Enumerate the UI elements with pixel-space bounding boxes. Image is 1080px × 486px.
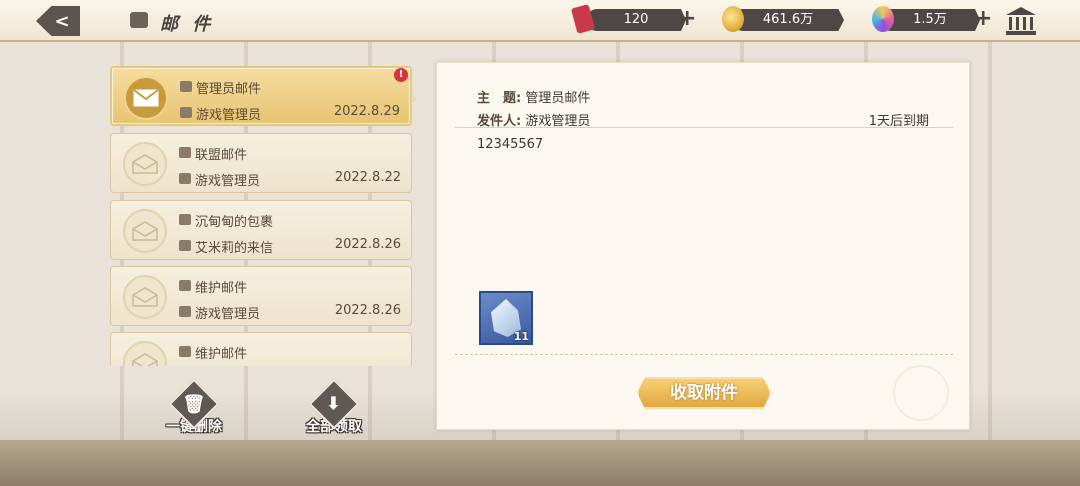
page-title: 邮 件 <box>160 14 215 35</box>
mail-item-selected[interactable]: 管理员邮件 游戏管理员 2022.8.29 ! <box>110 66 412 126</box>
ticket-icon <box>570 4 596 34</box>
top-bar: < 邮 件 120 + 461.6万 1.5万 + <box>0 0 1080 42</box>
mail-doc-icon <box>179 147 191 158</box>
mail-title: 维护邮件 <box>195 347 248 362</box>
sender-icon <box>179 306 191 317</box>
mail-date: 2022.8.26 <box>334 303 401 318</box>
back-button[interactable]: < <box>36 6 80 36</box>
background-floor <box>0 440 1080 486</box>
envelope-icon <box>124 76 168 120</box>
mail-date: 2022.8.29 <box>333 104 400 119</box>
subject-value: 管理员邮件 <box>525 91 591 106</box>
mail-doc-icon <box>180 81 192 92</box>
mail-item[interactable]: 维护邮件 <box>110 332 412 366</box>
gem-value: 1.5万 <box>913 12 947 27</box>
back-arrow-icon: < <box>54 10 70 32</box>
gem-counter: 1.5万 <box>880 9 980 31</box>
mail-item[interactable]: 沉甸甸的包裹 艾米莉的来信 2022.8.26 <box>110 200 412 260</box>
mail-doc-icon <box>179 214 191 225</box>
ticket-counter: 120 <box>586 9 686 31</box>
mail-doc-icon <box>179 346 191 357</box>
mail-icon <box>130 12 148 28</box>
bank-icon[interactable] <box>1004 5 1038 37</box>
gold-coin-icon <box>722 6 744 32</box>
sender-icon <box>180 107 192 118</box>
unread-alert-icon: ! <box>394 68 408 82</box>
divider <box>455 127 953 128</box>
mail-date: 2022.8.22 <box>334 170 401 185</box>
open-envelope-icon <box>123 341 167 366</box>
ticket-value: 120 <box>623 12 649 27</box>
open-envelope-icon <box>123 209 167 253</box>
mail-title: 维护邮件 <box>195 281 248 296</box>
open-envelope-icon <box>123 142 167 186</box>
subject-key: 主 题: <box>477 91 522 106</box>
seal-decoration <box>893 365 949 421</box>
open-envelope-icon <box>123 275 167 319</box>
attachment-count: 11 <box>513 330 529 343</box>
mail-sender: 游戏管理员 <box>195 174 261 189</box>
mail-list[interactable]: 管理员邮件 游戏管理员 2022.8.29 ! 联盟邮件 游戏管理员 2022.… <box>110 66 412 366</box>
delete-all-button[interactable]: 🗑 一键删除 <box>154 378 234 438</box>
gold-counter: 461.6万 <box>732 9 844 31</box>
gold-value: 461.6万 <box>762 12 814 27</box>
selected-pointer-icon: › <box>410 88 418 109</box>
sender-icon <box>179 240 191 251</box>
claim-attachment-button[interactable]: 收取附件 <box>637 377 771 409</box>
add-gems-button[interactable]: + <box>974 8 992 30</box>
gem-orb-icon <box>872 6 894 32</box>
mail-doc-icon <box>179 280 191 291</box>
mail-sender: 游戏管理员 <box>196 108 262 123</box>
mail-date: 2022.8.26 <box>334 237 401 252</box>
sender-icon <box>179 173 191 184</box>
add-tickets-button[interactable]: + <box>678 8 696 30</box>
attachment-item[interactable]: 11 <box>479 291 533 345</box>
mail-sender: 艾米莉的来信 <box>195 241 274 256</box>
mail-item[interactable]: 联盟邮件 游戏管理员 2022.8.22 <box>110 133 412 193</box>
mail-title: 联盟邮件 <box>195 148 248 163</box>
mail-item[interactable]: 维护邮件 游戏管理员 2022.8.26 <box>110 266 412 326</box>
mail-title: 沉甸甸的包裹 <box>195 215 274 230</box>
claim-all-button[interactable]: ⬇ 全部领取 <box>294 378 374 438</box>
mail-detail-panel: 主 题: 管理员邮件 发件人: 游戏管理员 1天后到期 12345567 11 … <box>436 62 970 430</box>
mail-body: 12345567 <box>477 137 544 152</box>
subject-row: 主 题: 管理员邮件 <box>477 87 590 106</box>
mail-sender: 游戏管理员 <box>195 307 261 322</box>
mail-title: 管理员邮件 <box>196 82 262 97</box>
